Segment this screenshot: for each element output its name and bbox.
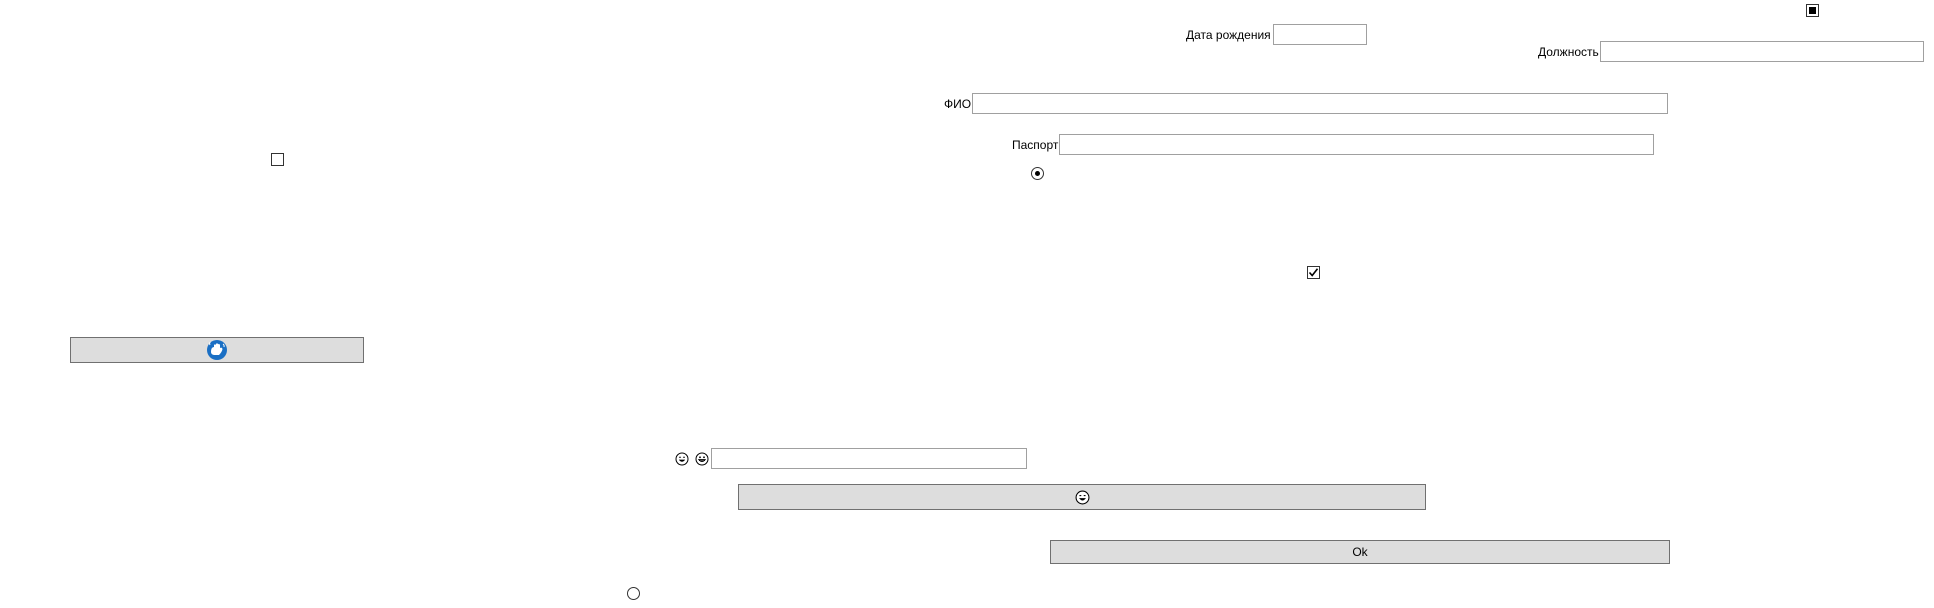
birth-date-field[interactable] (1273, 24, 1367, 45)
emoji-button[interactable] (738, 484, 1426, 510)
position-label: Должность (1538, 45, 1599, 59)
emoji-text-field[interactable] (711, 448, 1027, 469)
waving-hand-icon (207, 340, 227, 360)
checkmark-icon (1308, 268, 1319, 277)
upper-radio[interactable] (1031, 167, 1044, 180)
grinning-face-icon (675, 452, 689, 466)
passport-field[interactable] (1059, 134, 1654, 155)
smiling-face-icon (695, 452, 709, 466)
fio-label: ФИО (944, 97, 972, 111)
left-checkbox[interactable] (271, 153, 284, 166)
fio-field[interactable] (972, 93, 1668, 114)
ok-button[interactable]: Ok (1050, 540, 1670, 564)
passport-label: Паспорт (1012, 138, 1059, 152)
birth-date-label: Дата рождения (1186, 28, 1271, 42)
lower-radio[interactable] (627, 587, 640, 600)
top-checkbox[interactable] (1806, 4, 1819, 17)
wave-button[interactable] (70, 337, 364, 363)
middle-checkbox[interactable] (1307, 266, 1320, 279)
position-field[interactable] (1600, 41, 1924, 62)
grinning-face-icon (1075, 490, 1089, 504)
